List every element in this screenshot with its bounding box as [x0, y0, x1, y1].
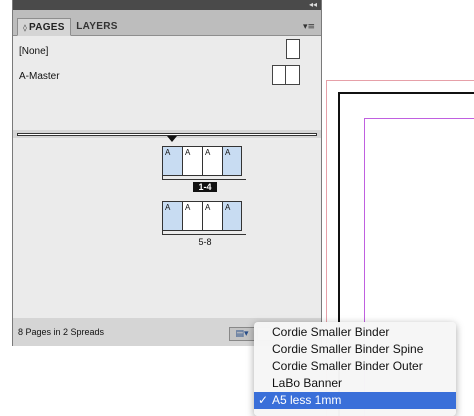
collapse-panel-icon[interactable]: ◂◂: [309, 0, 317, 10]
spread-5-8-label[interactable]: 5-8: [193, 237, 217, 247]
page-master-prefix: A: [225, 203, 231, 212]
master-none-thumbnail[interactable]: [286, 39, 300, 59]
spread-spine-line: [162, 234, 246, 235]
page-master-prefix: A: [185, 148, 191, 157]
panel-titlebar[interactable]: ◂◂: [13, 0, 321, 10]
menu-item-label: LaBo Banner: [272, 376, 343, 390]
page-count-status: 8 Pages in 2 Spreads: [18, 327, 105, 337]
menu-item-cordie-smaller-binder[interactable]: Cordie Smaller Binder: [254, 324, 456, 341]
pages-panel: ◂◂ ◊ PAGES LAYERS ▾≡ [None] A-Master A A …: [12, 0, 322, 346]
page-thumbnail[interactable]: A: [182, 201, 202, 231]
pages-section: A A A A 1-4 A A A A 5-8: [13, 136, 321, 318]
panel-menu-icon[interactable]: ▾≡: [303, 22, 315, 32]
menu-item-label: Cordie Smaller Binder Outer: [272, 359, 423, 373]
masters-section: [None] A-Master: [13, 36, 321, 130]
master-a-label[interactable]: A-Master: [19, 71, 60, 82]
menu-item-cordie-smaller-binder-spine[interactable]: Cordie Smaller Binder Spine: [254, 341, 456, 358]
tab-layers[interactable]: LAYERS: [73, 18, 121, 36]
tab-pages-label: PAGES: [28, 22, 65, 33]
page-size-dropdown-menu: Cordie Smaller Binder Cordie Smaller Bin…: [254, 322, 456, 416]
page-master-prefix: A: [225, 148, 231, 157]
page-thumbnail[interactable]: A: [202, 201, 222, 231]
menu-item-cordie-smaller-binder-outer[interactable]: Cordie Smaller Binder Outer: [254, 358, 456, 375]
page-thumbnail[interactable]: A: [202, 146, 222, 176]
page-thumbnail[interactable]: A: [222, 146, 242, 176]
master-a-thumbnail-left[interactable]: [272, 65, 286, 85]
menu-item-label: Cordie Smaller Binder Spine: [272, 342, 424, 356]
page-master-prefix: A: [205, 148, 211, 157]
panel-tab-strip: ◊ PAGES LAYERS ▾≡: [13, 10, 321, 36]
menu-item-a5-less-1mm[interactable]: ✓ A5 less 1mm: [254, 392, 456, 409]
spread-5-8[interactable]: A A A A: [162, 201, 242, 231]
menu-item-label: A5 less 1mm: [272, 393, 342, 407]
tab-layers-label: LAYERS: [76, 21, 118, 32]
menu-item-label: Cordie Smaller Binder: [272, 325, 390, 339]
spread-1-4[interactable]: A A A A: [162, 146, 242, 176]
spread-spine-line: [162, 179, 246, 180]
checkmark-icon: ✓: [258, 393, 269, 407]
tab-pages[interactable]: ◊ PAGES: [17, 18, 71, 36]
page-master-prefix: A: [165, 148, 171, 157]
tab-arrows-icon: ◊: [23, 24, 27, 32]
page-thumbnail[interactable]: A: [182, 146, 202, 176]
master-a-thumbnail-right[interactable]: [286, 65, 300, 85]
master-none-label[interactable]: [None]: [19, 46, 48, 57]
menu-item-labo-banner[interactable]: LaBo Banner: [254, 375, 456, 392]
page-master-prefix: A: [165, 203, 171, 212]
page-thumbnail[interactable]: A: [222, 201, 242, 231]
page-master-prefix: A: [205, 203, 211, 212]
current-spread-marker-icon: [167, 136, 177, 142]
page-master-prefix: A: [185, 203, 191, 212]
edit-page-size-button[interactable]: ▤▾: [229, 327, 255, 341]
page-thumbnail[interactable]: A: [162, 201, 182, 231]
spread-1-4-label[interactable]: 1-4: [193, 182, 217, 192]
page-thumbnail[interactable]: A: [162, 146, 182, 176]
